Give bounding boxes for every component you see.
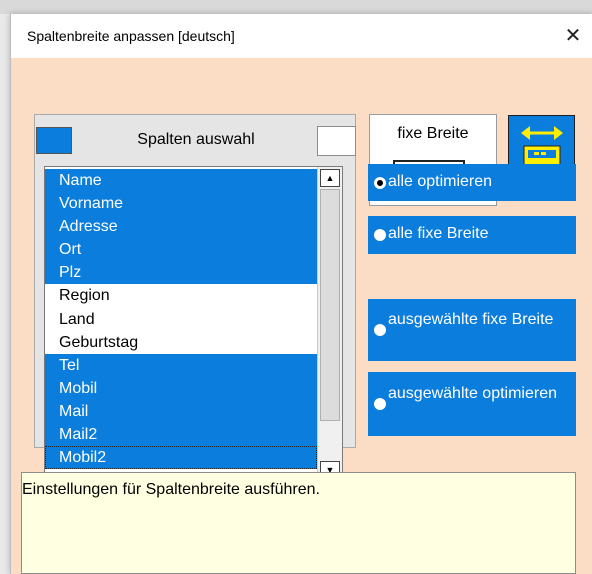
list-item[interactable]: Ort	[45, 238, 317, 262]
scroll-thumb[interactable]	[320, 189, 340, 421]
list-item[interactable]: Plz	[45, 261, 317, 285]
radio-indicator-icon	[374, 177, 386, 189]
deselect-all-toggle[interactable]	[317, 126, 356, 156]
list-item[interactable]: Name	[45, 169, 317, 193]
close-button[interactable]: ✕	[559, 22, 587, 50]
fixed-width-label: fixe Breite	[397, 125, 469, 142]
list-item[interactable]: Adresse	[45, 215, 317, 239]
title-bar: Spaltenbreite anpassen [deutsch] ✕	[11, 14, 592, 58]
radio-label: ausgewählte optimieren	[388, 385, 557, 402]
listbox-scrollbar[interactable]: ▲ ▼	[317, 167, 342, 481]
list-item[interactable]: Geburtstag	[45, 330, 317, 354]
radio-ausgewaehlte-optimieren[interactable]: ausgewählte optimieren	[368, 372, 576, 436]
list-item[interactable]: Land	[45, 307, 317, 331]
radio-label: ausgewählte fixe Breite	[388, 311, 554, 328]
radio-alle-fixe-breite[interactable]: alle fixe Breite	[368, 216, 576, 254]
background-window-strip	[0, 0, 592, 14]
scroll-up-button[interactable]: ▲	[320, 169, 340, 187]
list-item[interactable]: Mail	[45, 399, 317, 424]
column-list-items: Name Vorname Adresse Ort Plz Region Land Geburt…	[45, 169, 317, 470]
radio-indicator-icon	[374, 229, 386, 241]
select-all-toggle[interactable]	[36, 127, 72, 154]
radio-indicator-icon	[374, 398, 386, 410]
column-listbox[interactable]: Name Vorname Adresse Ort Plz Region Land Geburt…	[44, 166, 343, 482]
list-item[interactable]: Mail2	[45, 423, 317, 447]
list-item[interactable]: Mobil	[45, 376, 317, 400]
radio-indicator-icon	[374, 324, 386, 336]
radio-label: alle optimieren	[388, 173, 493, 190]
radio-ausgewaehlte-fixe-breite[interactable]: ausgewählte fixe Breite	[368, 299, 576, 361]
list-item[interactable]: Region	[45, 284, 317, 308]
column-selection-header: Spalten auswahl	[73, 128, 319, 154]
status-box: Einstellungen für Spaltenbreite ausführe…	[21, 472, 576, 574]
status-text: Einstellungen für Spaltenbreite ausführe…	[22, 481, 320, 498]
list-item[interactable]: Tel	[45, 353, 317, 377]
window-title: Spaltenbreite anpassen [deutsch]	[27, 28, 235, 44]
list-item[interactable]: Mobil2	[45, 446, 317, 470]
radio-label: alle fixe Breite	[388, 225, 489, 242]
radio-alle-optimieren[interactable]: alle optimieren	[368, 164, 576, 201]
list-item[interactable]: Vorname	[45, 192, 317, 216]
dialog-window: Spaltenbreite anpassen [deutsch] ✕ Spalt…	[10, 14, 592, 574]
dialog-client-area: Spalten auswahl Name Vorname Adresse Ort Plz…	[11, 58, 592, 574]
